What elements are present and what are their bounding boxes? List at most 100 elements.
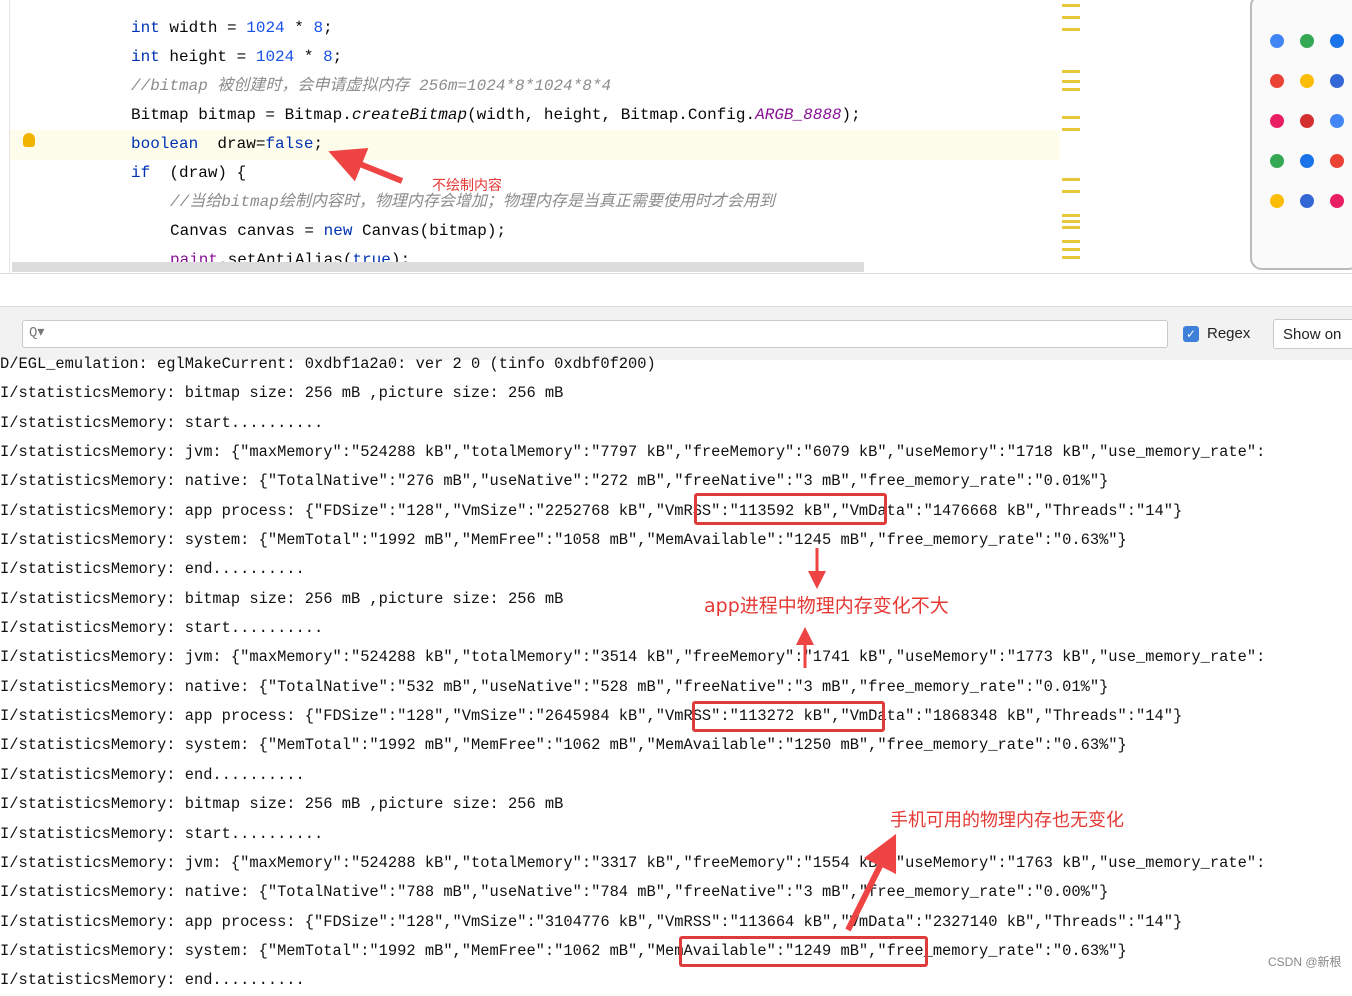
app-icon [1270,114,1284,128]
code-token: new [323,222,353,240]
error-stripe-mark[interactable] [1062,128,1080,131]
app-icon [1300,154,1314,168]
regex-checkbox[interactable]: ✓ Regex [1183,325,1250,342]
log-line: I/statisticsMemory: start.......... [0,619,324,638]
error-stripe-mark[interactable] [1062,248,1080,251]
code-token: 1024 [246,19,285,37]
code-token: Canvas(bitmap); [352,222,507,240]
annotation-no-draw: 不绘制内容 [432,178,502,194]
log-line: I/statisticsMemory: app process: {"FDSiz… [0,707,1183,726]
app-icon [1270,74,1284,88]
highlight-box-vmrss-1 [694,493,887,525]
code-token: (draw) { [159,164,247,182]
error-stripe-mark[interactable] [1062,116,1080,119]
error-stripe-mark[interactable] [1062,220,1080,223]
code-token: ; [332,48,343,66]
log-line: I/statisticsMemory: start.......... [0,413,324,432]
app-icon [1330,34,1344,48]
log-line: I/statisticsMemory: end.......... [0,560,305,579]
code-token: * [294,48,324,66]
editor-gutter [0,0,10,273]
code-editor[interactable]: int width = 1024 * 8; int height = 1024 *… [0,0,1352,274]
show-on-button[interactable]: Show on [1273,319,1352,349]
app-icon [1300,114,1314,128]
error-stripe-mark[interactable] [1062,4,1080,7]
code-line: boolean draw=false; [131,130,323,159]
app-icon [1270,194,1284,208]
error-stripe-mark[interactable] [1062,88,1080,91]
highlight-box-memavailable [679,936,928,967]
app-icon [1300,194,1314,208]
code-line: Bitmap bitmap = Bitmap.createBitmap(widt… [131,101,861,130]
code-token: if [131,164,151,182]
log-line: I/statisticsMemory: native: {"TotalNativ… [0,883,1109,902]
app-icon [1330,114,1344,128]
code-token: false [265,135,314,153]
code-token: * [284,19,314,37]
logcat-output[interactable]: D/EGL_emulation: eglMakeCurrent: 0xdbf1a… [0,350,1265,996]
code-token: height = [169,48,256,66]
app-icon [1300,74,1314,88]
error-stripe-mark[interactable] [1062,80,1080,83]
log-line: I/statisticsMemory: app process: {"FDSiz… [0,501,1183,520]
device-preview [1250,0,1352,270]
code-token: width = [169,19,247,37]
code-token: (width, height, Bitmap.Config. [467,106,756,124]
code-line: int height = 1024 * 8; [131,43,342,72]
code-token: 8 [313,19,324,37]
log-line: I/statisticsMemory: native: {"TotalNativ… [0,472,1109,491]
error-stripe-mark[interactable] [1062,70,1080,73]
app-icon [1300,34,1314,48]
code-line: if (draw) { [131,159,246,188]
error-stripe-mark[interactable] [1062,214,1080,217]
code-token: //当给bitmap绘制内容时，物理内存会增加；物理内存是当真正需要使用时才会用… [170,193,775,211]
code-token: ; [323,19,333,37]
watermark: CSDN @新根 [1268,955,1342,969]
code-token: createBitmap [351,106,468,124]
checkbox-checked-icon[interactable]: ✓ [1183,325,1199,342]
error-stripe-mark[interactable] [1062,256,1080,259]
app-icon [1330,74,1344,88]
log-line: I/statisticsMemory: system: {"MemTotal":… [0,941,1127,960]
code-token: Bitmap bitmap = Bitmap. [131,106,352,124]
error-stripe-mark[interactable] [1062,178,1080,181]
log-line: I/statisticsMemory: jvm: {"maxMemory":"5… [0,648,1266,667]
annotation-available: 手机可用的物理内存也无变化 [890,810,1124,831]
error-stripe-mark[interactable] [1062,28,1080,31]
code-token: ; [313,135,324,153]
error-stripe-mark[interactable] [1062,240,1080,243]
log-line: I/statisticsMemory: system: {"MemTotal":… [0,531,1127,550]
error-stripe-mark[interactable] [1062,226,1080,229]
log-line: I/statisticsMemory: end.......... [0,765,305,784]
app-icon [1330,194,1344,208]
log-line: D/EGL_emulation: eglMakeCurrent: 0xdbf1a… [0,355,656,373]
app-icon [1330,154,1344,168]
code-token: ARGB_8888 [755,106,842,124]
log-line: I/statisticsMemory: end.......... [0,971,305,990]
log-line: I/statisticsMemory: native: {"TotalNativ… [0,677,1109,696]
error-stripe[interactable] [1062,0,1080,268]
log-line: I/statisticsMemory: app process: {"FDSiz… [0,912,1183,931]
lightbulb-icon[interactable] [23,133,35,147]
code-token: 8 [323,48,333,66]
code-line: int width = 1024 * 8; [131,14,333,43]
code-token: Canvas canvas = [170,222,324,240]
log-line: I/statisticsMemory: system: {"MemTotal":… [0,736,1127,755]
code-token: //bitmap 被创建时，会申请虚拟内存 256m=1024*8*1024*8… [131,77,612,95]
error-stripe-mark[interactable] [1062,190,1080,193]
horizontal-scrollbar[interactable] [12,262,864,272]
code-token: int [131,48,160,66]
code-token: draw= [207,135,266,153]
highlight-box-vmrss-2 [692,701,885,732]
annotation-rss: app进程中物理内存变化不大 [704,595,949,617]
error-stripe-mark[interactable] [1062,16,1080,19]
code-token: int [131,19,160,37]
app-icon [1270,34,1284,48]
search-icon: Q▾ [29,325,45,341]
search-input[interactable]: Q▾ [22,320,1168,348]
regex-label: Regex [1207,325,1251,342]
log-line: I/statisticsMemory: jvm: {"maxMemory":"5… [0,853,1266,872]
